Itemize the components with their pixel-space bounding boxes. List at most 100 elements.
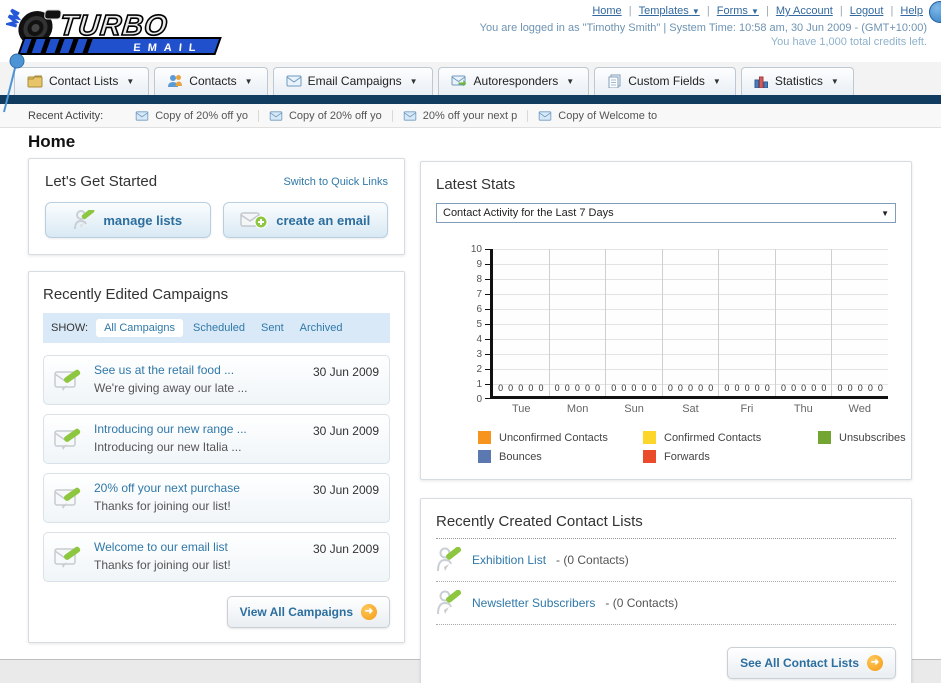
stats-chart: 10 9 8 7 6 5 4 3 2 1 0 000000000000000000000000000… [466, 244, 888, 415]
campaign-title-link[interactable]: Introducing our new range ... [94, 422, 303, 436]
chevron-down-icon: ▼ [244, 76, 253, 86]
campaign-subtitle: Thanks for joining our list! [94, 558, 231, 572]
campaign-title-link[interactable]: See us at the retail food ... [94, 363, 303, 377]
envelope-plus-icon [240, 212, 268, 229]
legend-item-bounces: Bounces [478, 450, 643, 463]
recent-activity-label: Recent Activity: [28, 109, 104, 122]
bar-value-label: 0 [641, 383, 647, 393]
y-tick-label: 6 [476, 304, 482, 315]
y-tick-label: 0 [476, 394, 482, 405]
bar-value-label: 0 [877, 383, 883, 393]
recent-activity-item[interactable]: Copy of 20% off yo [125, 109, 259, 122]
y-tick-label: 10 [470, 244, 482, 255]
latest-stats-title: Latest Stats [436, 176, 516, 193]
filter-all-campaigns[interactable]: All Campaigns [96, 319, 183, 337]
legend-item-confirmed: Confirmed Contacts [643, 431, 818, 444]
legend-swatch [478, 450, 491, 463]
bar-value-label: 0 [801, 383, 807, 393]
tab-contacts[interactable]: Contacts ▼ [154, 67, 268, 95]
latest-stats-panel: Latest Stats Contact Activity for the La… [420, 161, 912, 480]
top-link-home[interactable]: Home [592, 5, 621, 17]
contact-list-link[interactable]: Exhibition List [472, 553, 546, 567]
recent-activity-item[interactable]: 20% off your next p [393, 109, 529, 122]
x-tick-label: Mon [566, 403, 589, 415]
top-link-templates[interactable]: Templates ▼ [639, 5, 700, 17]
contact-list-item[interactable]: Exhibition List - (0 Contacts) [436, 539, 896, 582]
manage-lists-button[interactable]: manage lists [45, 202, 211, 238]
person-pencil-icon [74, 210, 95, 230]
recently-edited-campaigns-panel: Recently Edited Campaigns SHOW: All Camp… [28, 271, 405, 643]
x-tick-label: Sun [624, 403, 644, 415]
app-logo[interactable]: TURBO EMAIL [3, 4, 241, 64]
arrow-right-icon: ➜ [867, 655, 883, 671]
header: TURBO EMAIL Home | Templates ▼ | Forms ▼… [0, 0, 941, 113]
recent-activity-bar: Recent Activity: Copy of 20% off yo Copy… [0, 104, 941, 128]
bar-value-label: 0 [498, 383, 504, 393]
envelope-pencil-icon [54, 546, 81, 568]
envelope-icon [286, 75, 302, 87]
campaign-date: 30 Jun 2009 [312, 542, 379, 556]
bar-value-label: 0 [780, 383, 786, 393]
help-bubble-icon[interactable] [929, 1, 941, 23]
recent-activity-item[interactable]: Copy of 20% off yo [259, 109, 393, 122]
tab-email-campaigns[interactable]: Email Campaigns ▼ [272, 67, 433, 95]
filter-scheduled[interactable]: Scheduled [193, 322, 245, 334]
contact-list-link[interactable]: Newsletter Subscribers [472, 596, 595, 610]
filter-archived[interactable]: Archived [300, 322, 343, 334]
campaign-date: 30 Jun 2009 [312, 483, 379, 497]
chart-plot-area: 00000000000000000000000000000000000 [490, 249, 888, 399]
top-link-forms[interactable]: Forms ▼ [717, 5, 759, 17]
switch-quick-links-link[interactable]: Switch to Quick Links [283, 176, 388, 188]
bar-value-label: 0 [754, 383, 760, 393]
bar-value-label: 0 [518, 383, 524, 393]
chart-group-sat: 00000 [663, 249, 720, 396]
svg-text:EMAIL: EMAIL [133, 42, 203, 54]
campaign-subtitle: Introducing our new Italia ... [94, 440, 242, 454]
legend-item-unsubscribes: Unsubscribes [818, 431, 906, 444]
get-started-title: Let's Get Started [45, 173, 158, 190]
bar-value-label: 0 [677, 383, 683, 393]
view-all-campaigns-button[interactable]: View All Campaigns ➜ [226, 596, 390, 628]
campaign-item[interactable]: Introducing our new range ... Introducin… [43, 414, 390, 464]
legend-swatch [643, 450, 656, 463]
bar-value-label: 0 [584, 383, 590, 393]
tab-autoresponders[interactable]: Autoresponders ▼ [437, 67, 590, 95]
stats-period-dropdown[interactable]: Contact Activity for the Last 7 Days ▼ [436, 203, 896, 223]
tab-statistics[interactable]: Statistics ▼ [740, 67, 854, 95]
contact-list-item[interactable]: Newsletter Subscribers - (0 Contacts) [436, 582, 896, 625]
chart-y-axis: 10 9 8 7 6 5 4 3 2 1 0 [466, 244, 490, 405]
divider-bar [0, 95, 941, 104]
x-tick-label: Wed [848, 403, 871, 415]
bar-value-label: 0 [538, 383, 544, 393]
recently-created-lists-panel: Recently Created Contact Lists Exhibitio… [420, 498, 912, 683]
bar-value-label: 0 [698, 383, 704, 393]
campaign-item[interactable]: Welcome to our email list Thanks for joi… [43, 532, 390, 582]
tab-contact-lists[interactable]: Contact Lists ▼ [14, 67, 150, 95]
person-pencil-icon [437, 547, 462, 572]
envelope-icon [539, 110, 552, 121]
campaign-filter-bar: SHOW: All Campaigns Scheduled Sent Archi… [43, 313, 390, 343]
create-email-button[interactable]: create an email [222, 202, 388, 238]
see-all-contact-lists-button[interactable]: See All Contact Lists ➜ [727, 647, 896, 679]
bar-value-label: 0 [734, 383, 740, 393]
legend-swatch [818, 431, 831, 444]
recent-activity-item[interactable]: Copy of Welcome to [528, 110, 667, 122]
bar-value-label: 0 [574, 383, 580, 393]
top-link-help[interactable]: Help [900, 5, 923, 17]
top-link-my-account[interactable]: My Account [776, 5, 833, 17]
bar-value-label: 0 [857, 383, 863, 393]
campaign-date: 30 Jun 2009 [312, 365, 379, 379]
campaign-title-link[interactable]: 20% off your next purchase [94, 481, 303, 495]
y-tick-label: 3 [476, 349, 482, 360]
campaign-item[interactable]: 20% off your next purchase Thanks for jo… [43, 473, 390, 523]
campaign-title-link[interactable]: Welcome to our email list [94, 540, 303, 554]
bar-value-label: 0 [631, 383, 637, 393]
legend-swatch [643, 431, 656, 444]
top-link-logout[interactable]: Logout [850, 5, 884, 17]
campaign-item[interactable]: See us at the retail food ... We're givi… [43, 355, 390, 405]
contact-list-count: - (0 Contacts) [556, 553, 629, 567]
campaign-subtitle: Thanks for joining our list! [94, 499, 231, 513]
tab-custom-fields[interactable]: Custom Fields ▼ [594, 67, 736, 95]
filter-sent[interactable]: Sent [261, 322, 284, 334]
y-tick-label: 2 [476, 364, 482, 375]
